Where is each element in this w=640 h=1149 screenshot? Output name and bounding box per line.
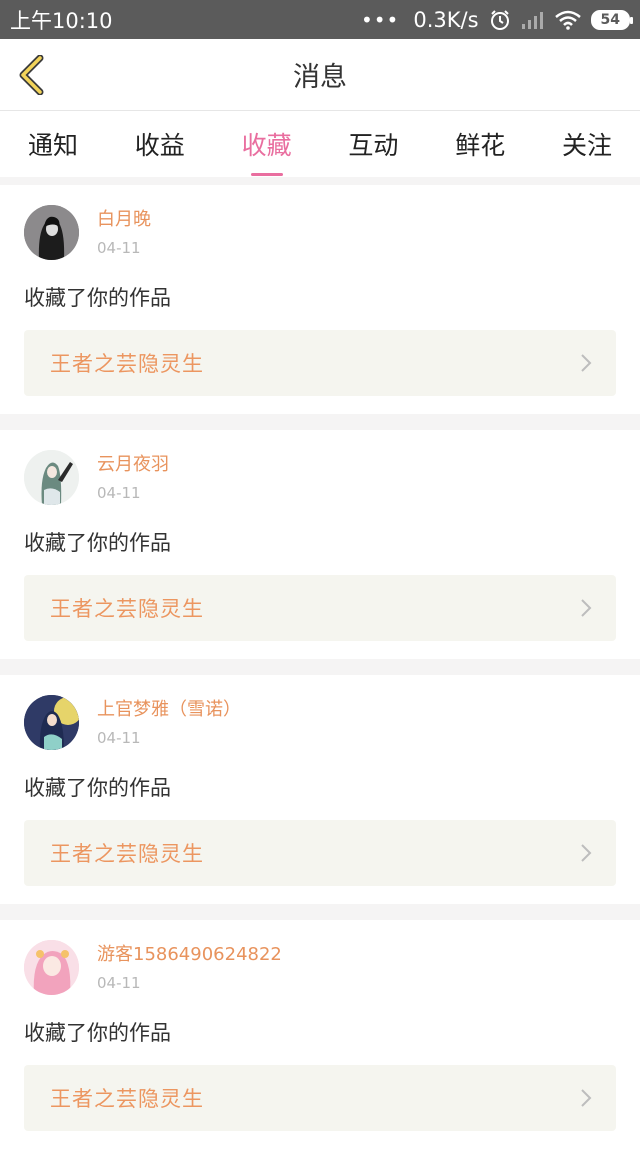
work-link[interactable]: 王者之芸隐灵生 (24, 1065, 616, 1131)
app-header: 消息 (0, 39, 640, 111)
message-date: 04-11 (97, 973, 141, 992)
status-icons: ••• 0.3K/s 54 (360, 7, 634, 32)
chevron-right-icon (581, 354, 592, 372)
work-link[interactable]: 王者之芸隐灵生 (24, 575, 616, 641)
avatar-girl-dark-icon (24, 205, 79, 260)
message-card: 游客1586490624822 04-11 收藏了你的作品 王者之芸隐灵生 (0, 920, 640, 1149)
chevron-left-icon (19, 54, 44, 96)
signal-icon (521, 11, 543, 29)
message-date: 04-11 (97, 483, 141, 502)
back-button[interactable] (16, 54, 48, 96)
tab-flowers[interactable]: 鲜花 (453, 126, 507, 162)
username[interactable]: 游客1586490624822 (97, 944, 282, 966)
message-list: 白月晚 04-11 收藏了你的作品 王者之芸隐灵生 云月夜羽 04-11 收藏了… (0, 177, 640, 1149)
avatar[interactable] (24, 695, 79, 750)
work-title: 王者之芸隐灵生 (50, 1087, 204, 1111)
work-title: 王者之芸隐灵生 (50, 597, 204, 621)
message-date: 04-11 (97, 728, 141, 747)
tab-follow[interactable]: 关注 (560, 126, 614, 162)
username[interactable]: 白月晚 (97, 209, 151, 231)
work-title: 王者之芸隐灵生 (50, 842, 204, 866)
message-text: 收藏了你的作品 (24, 1021, 171, 1045)
work-link[interactable]: 王者之芸隐灵生 (24, 820, 616, 886)
avatar[interactable] (24, 450, 79, 505)
work-title: 王者之芸隐灵生 (50, 352, 204, 376)
network-speed: 0.3K/s (413, 7, 479, 32)
message-card: 云月夜羽 04-11 收藏了你的作品 王者之芸隐灵生 (0, 430, 640, 659)
message-card: 白月晚 04-11 收藏了你的作品 王者之芸隐灵生 (0, 185, 640, 414)
tab-earnings[interactable]: 收益 (133, 126, 187, 162)
alarm-icon (490, 9, 509, 30)
avatar[interactable] (24, 205, 79, 260)
tab-favorites[interactable]: 收藏 (240, 126, 294, 162)
avatar-girl-pink-icon (24, 940, 79, 995)
status-time: 上午10:10 (10, 8, 113, 33)
avatar[interactable] (24, 940, 79, 995)
wifi-icon (554, 10, 581, 30)
chevron-right-icon (581, 1089, 592, 1107)
tab-notice[interactable]: 通知 (26, 126, 80, 162)
tab-interaction[interactable]: 互动 (346, 126, 400, 162)
username[interactable]: 上官梦雅（雪诺） (97, 699, 241, 721)
username[interactable]: 云月夜羽 (97, 454, 169, 476)
tab-bar: 通知 收益 收藏 互动 鲜花 关注 (0, 111, 640, 177)
dots-icon: ••• (360, 7, 400, 32)
chevron-right-icon (581, 599, 592, 617)
page-title: 消息 (293, 62, 347, 93)
message-card: 上官梦雅（雪诺） 04-11 收藏了你的作品 王者之芸隐灵生 (0, 675, 640, 904)
message-text: 收藏了你的作品 (24, 776, 171, 800)
message-text: 收藏了你的作品 (24, 286, 171, 310)
message-date: 04-11 (97, 238, 141, 257)
avatar-girl-white-icon (24, 450, 79, 505)
message-text: 收藏了你的作品 (24, 531, 171, 555)
battery-icon: 54 (590, 9, 634, 30)
avatar-girl-colorful-icon (24, 695, 79, 750)
work-link[interactable]: 王者之芸隐灵生 (24, 330, 616, 396)
chevron-right-icon (581, 844, 592, 862)
status-bar: 上午10:10 ••• 0.3K/s 54 (0, 0, 640, 39)
